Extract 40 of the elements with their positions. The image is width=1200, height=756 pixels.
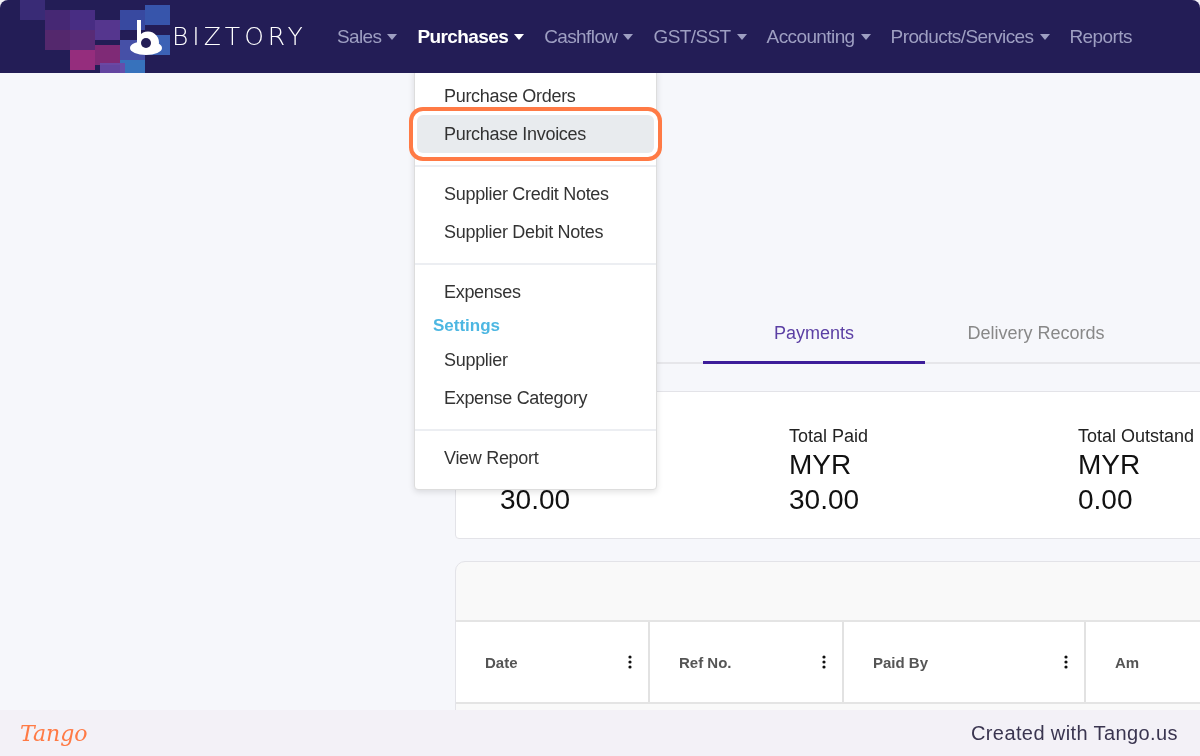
caret-icon [736,33,747,40]
nav-menu[interactable]: Purchases [417,25,525,48]
stat-currency: MYR [789,448,853,482]
nav-menu[interactable]: Products/Services [890,25,1050,48]
nav-menu[interactable]: Sales [336,25,398,48]
menu-item[interactable]: Supplier Credit Notes [417,175,654,213]
column-menu-icon[interactable] [822,655,826,669]
column-title: Am [1115,653,1140,671]
column-menu-icon[interactable] [628,655,632,669]
caret-icon [514,33,525,40]
menu-item[interactable]: Purchase Orders [417,77,654,115]
stat-label: Total Outstand [1078,426,1196,447]
brand-name: BIZTORY [172,22,307,51]
menu-item[interactable]: View Report [417,439,654,477]
caret-icon [860,33,871,40]
menu-item[interactable]: Supplier Debit Notes [417,213,654,251]
column-menu-icon[interactable] [1064,655,1068,669]
menu-heading: Settings [432,315,502,337]
tango-logo: Tango [20,720,88,746]
stat-label: Total Paid [789,426,870,447]
logo-icon [128,17,164,56]
stat-amount: 30.00 [500,483,572,517]
caret-icon [387,33,398,40]
caret-icon [623,33,634,40]
column-title: Paid By [873,653,929,671]
menu-item[interactable]: Expenses [417,273,654,311]
tab[interactable]: Payments [703,305,925,364]
stat-amount: 30.00 [789,483,861,517]
menu-item[interactable]: Expense Category [417,379,654,417]
nav-menu[interactable]: Accounting [766,25,871,48]
stat-currency: MYR [1078,448,1142,482]
nav-menu[interactable]: GST/SST [653,25,747,48]
caret-icon [1039,33,1050,40]
column-title: Ref No. [679,653,732,671]
column-title: Date [485,653,518,671]
stat-amount: 0.00 [1078,483,1134,517]
nav-menu[interactable]: Cashflow [544,25,634,48]
nav-menu[interactable]: Reports [1069,25,1132,48]
menu-item[interactable]: Supplier [417,341,654,379]
credit-text: Created with Tango.us [970,721,1178,745]
